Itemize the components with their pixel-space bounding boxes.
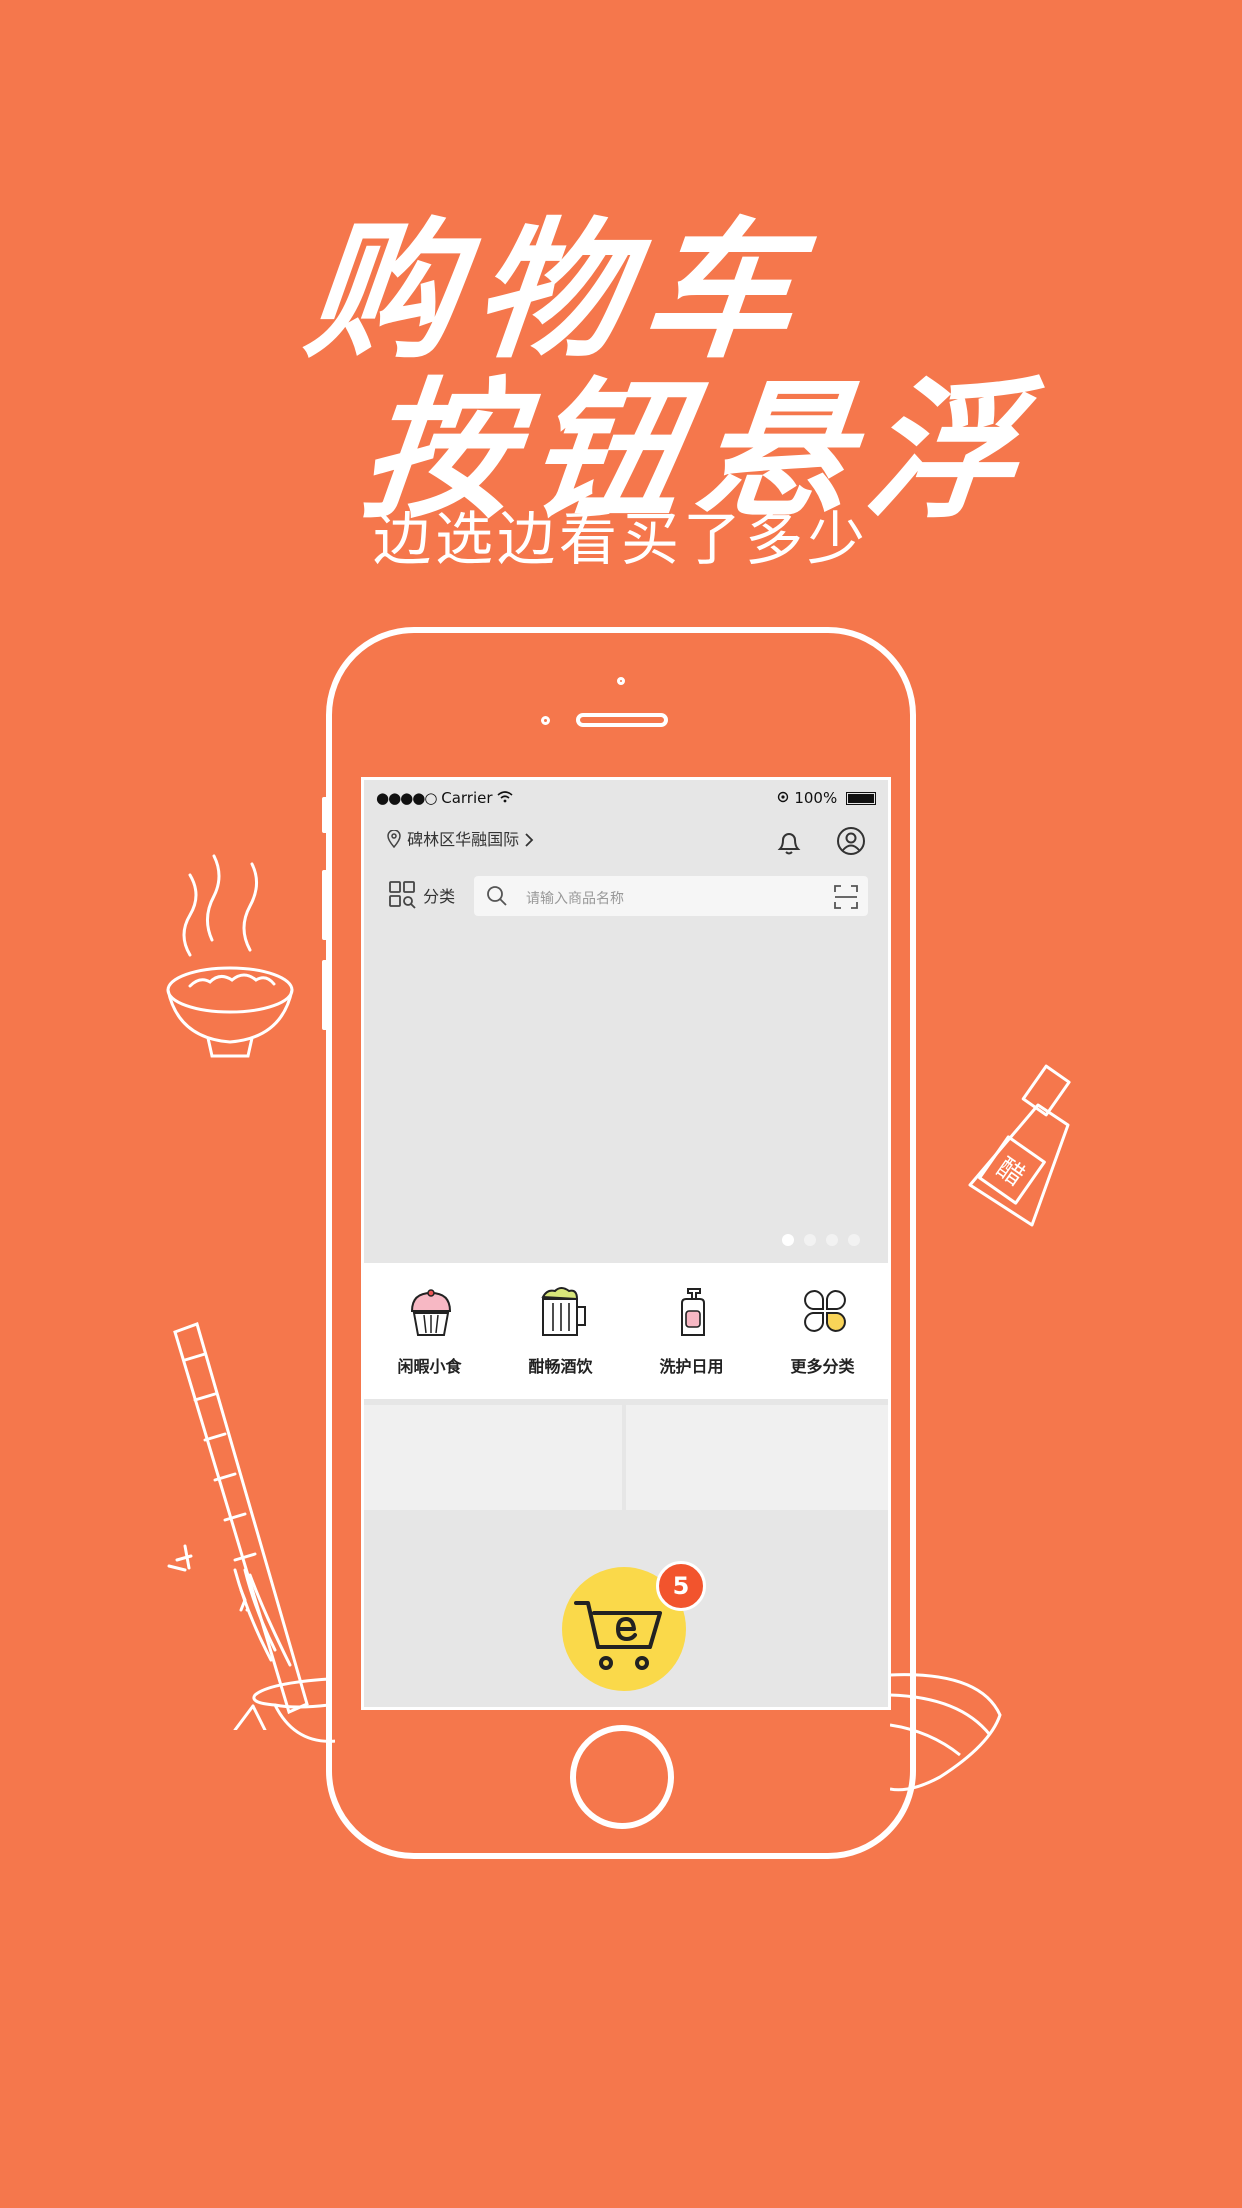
promo-tile[interactable] [626, 1405, 888, 1510]
category-label: 闲暇小食 [397, 1357, 462, 1376]
wifi-icon [497, 789, 513, 807]
category-button[interactable]: 分类 [388, 880, 455, 910]
battery-percent: 100% [794, 789, 838, 807]
category-more[interactable]: 更多分类 [757, 1263, 888, 1399]
cupcake-icon [410, 1289, 452, 1336]
chevron-right-icon [524, 830, 534, 849]
phone-side-button [322, 797, 328, 833]
svg-text:醋: 醋 [991, 1153, 1030, 1192]
phone-speaker [576, 713, 668, 727]
status-bar: ●●●●○ Carrier 100% [364, 780, 888, 814]
promo-tiles [364, 1405, 888, 1510]
subheadline: 边选边看买了多少 [372, 505, 869, 573]
search-icon [486, 885, 508, 911]
bell-icon[interactable] [776, 828, 802, 860]
category-snacks[interactable]: 闲暇小食 [364, 1263, 495, 1399]
location-selector[interactable]: 碑林区华融国际 [386, 826, 534, 850]
left-bowl-sketch [252, 1677, 335, 1743]
soap-dispenser-icon [681, 1288, 705, 1336]
home-button[interactable] [570, 1725, 674, 1829]
app-screen: ●●●●○ Carrier 100% 碑林区华融国际 分类 请输入商品名称 闲暇… [361, 777, 891, 1710]
carrier-name: Carrier [441, 789, 493, 807]
carousel-dot[interactable] [782, 1234, 794, 1246]
category-label: 分类 [423, 887, 456, 906]
phone-camera [541, 716, 550, 725]
phone-sensor [617, 677, 625, 685]
carousel-dot[interactable] [826, 1234, 838, 1246]
category-label: 洗护日用 [659, 1357, 724, 1376]
phone-side-button [322, 960, 328, 1030]
beer-mug-icon [541, 1287, 586, 1336]
search-input[interactable]: 请输入商品名称 [526, 888, 624, 908]
rice-bowl-sketch [166, 854, 294, 1058]
battery-icon [846, 792, 876, 805]
scan-icon[interactable] [834, 885, 858, 913]
location-pin-icon [386, 829, 407, 849]
cart-count-badge: 5 [656, 1561, 706, 1611]
vinegar-bottle-sketch: 醋 [968, 1064, 1071, 1227]
category-row: 闲暇小食 酣畅酒饮 洗护日用 更多分类 [364, 1263, 888, 1399]
carousel-dot[interactable] [804, 1234, 816, 1246]
category-label: 更多分类 [790, 1357, 855, 1376]
carousel-dot[interactable] [848, 1234, 860, 1246]
grid-icon [388, 881, 423, 909]
category-toiletries[interactable]: 洗护日用 [626, 1263, 757, 1399]
location-label: 碑林区华融国际 [407, 830, 520, 849]
category-label: 酣畅酒饮 [528, 1357, 593, 1376]
category-drinks[interactable]: 酣畅酒饮 [495, 1263, 626, 1399]
promo-tile[interactable] [364, 1405, 622, 1510]
search-bar[interactable]: 请输入商品名称 [474, 876, 868, 916]
phone-side-button [322, 870, 328, 940]
rotation-lock-icon [776, 789, 795, 807]
user-icon[interactable] [836, 826, 866, 860]
carousel-indicator [782, 1231, 870, 1250]
more-categories-icon [804, 1290, 846, 1332]
signal-icon: ●●●●○ [376, 789, 437, 807]
